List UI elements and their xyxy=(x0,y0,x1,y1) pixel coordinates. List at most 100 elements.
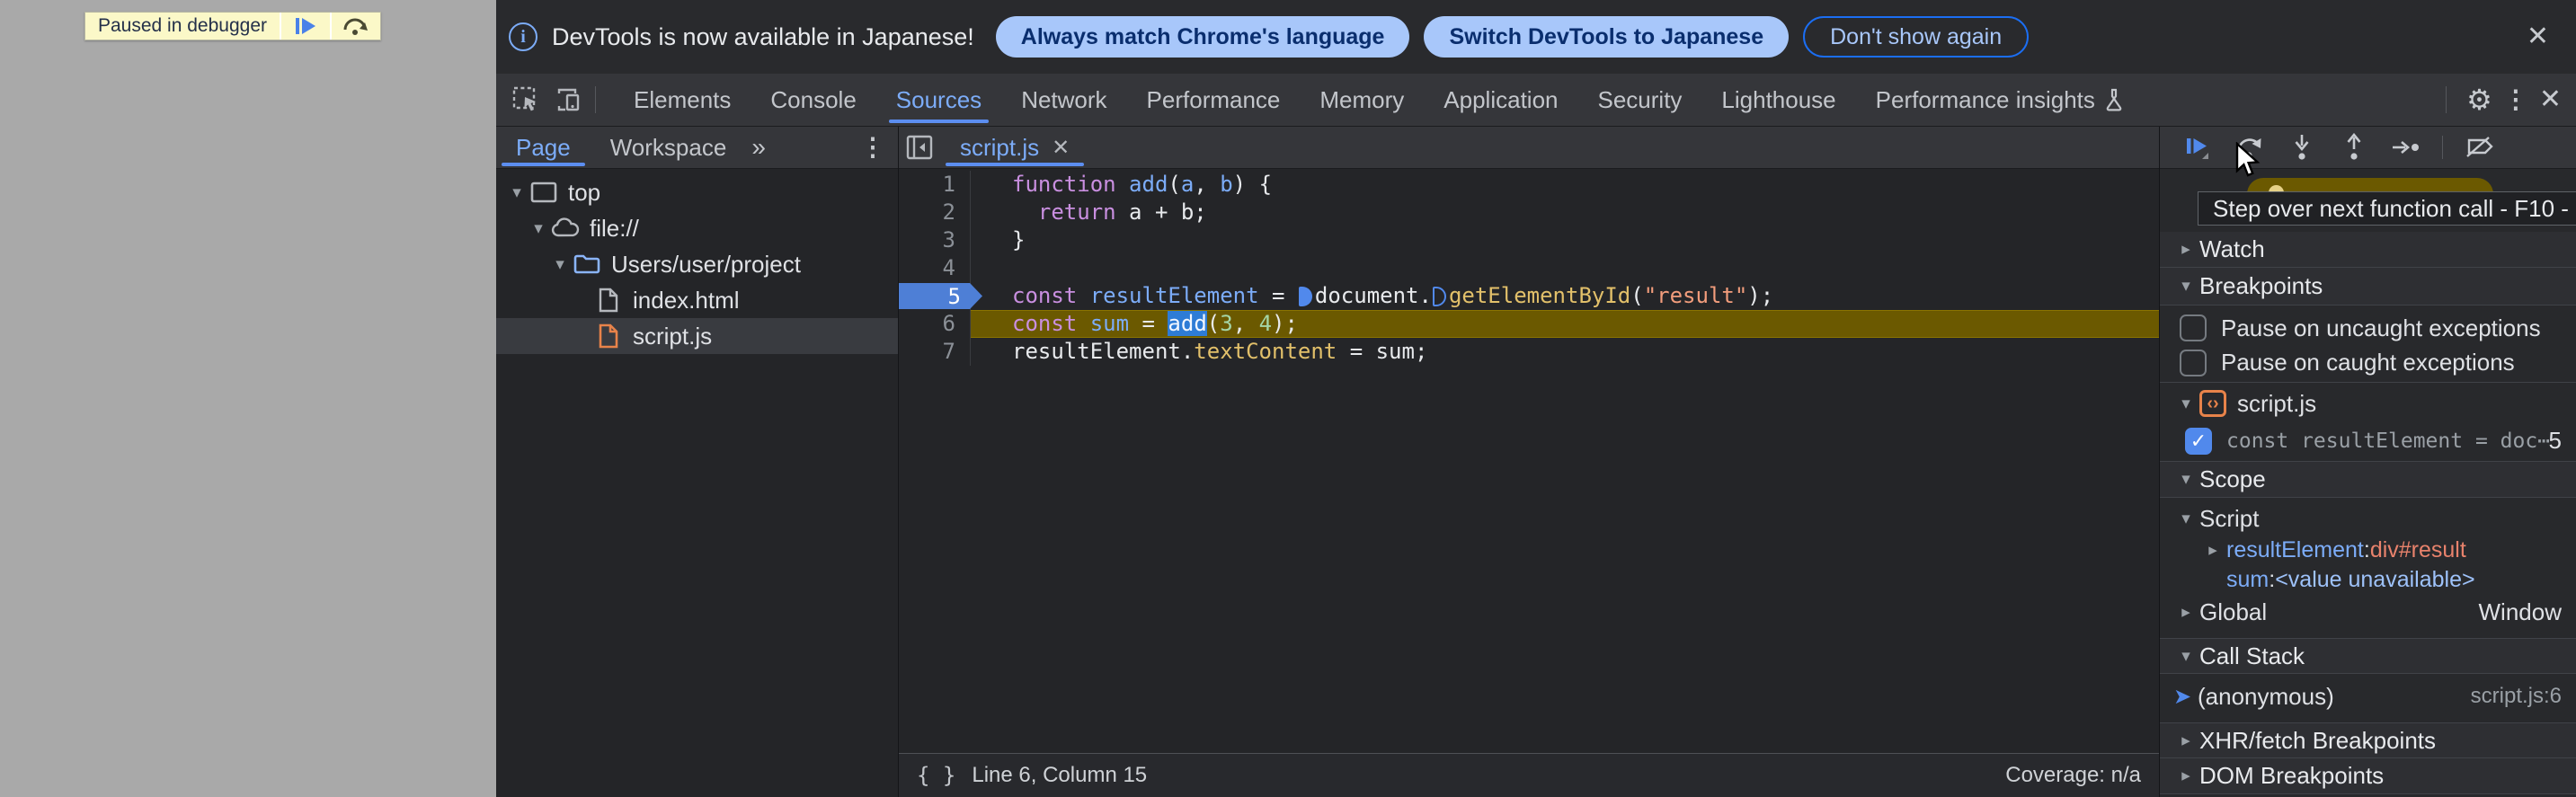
navigator-tab-workspace[interactable]: Workspace xyxy=(591,127,747,168)
tree-item-top[interactable]: ▾ top xyxy=(496,174,898,210)
pause-caught-checkbox[interactable] xyxy=(2180,349,2207,376)
breakpoint-marker[interactable]: 5 xyxy=(899,283,982,309)
devtools-close-icon[interactable]: ✕ xyxy=(2536,83,2565,117)
tab-sources[interactable]: Sources xyxy=(876,74,1001,126)
script-file-badge-icon: ‹› xyxy=(2199,390,2226,417)
deactivate-breakpoints-icon[interactable] xyxy=(2463,131,2495,164)
navigator-pane: Page Workspace » ⋮ ▾ top ▾ file:// ▾ Use… xyxy=(496,127,899,797)
panel-tabs: Elements Console Sources Network Perform… xyxy=(614,74,2144,126)
tab-console[interactable]: Console xyxy=(751,74,875,126)
notification-close-icon[interactable]: ✕ xyxy=(2523,20,2553,54)
active-frame-arrow-icon: ➤ xyxy=(2172,684,2192,709)
editor-file-tab-label: script.js xyxy=(960,133,1040,161)
code-line-5: 5 const resultElement = document. getElem… xyxy=(899,282,2159,310)
line-number[interactable]: 4 xyxy=(899,254,971,282)
js-file-icon xyxy=(593,323,624,349)
folder-icon xyxy=(572,253,602,275)
switch-to-japanese-button[interactable]: Switch DevTools to Japanese xyxy=(1424,16,1790,58)
scope-global-row[interactable]: ▸ Global Window xyxy=(2160,595,2576,629)
code-line-2: 2 return a + b; xyxy=(899,199,2159,226)
inline-hint-icon[interactable] xyxy=(1432,287,1446,306)
collapse-triangle: ▾ xyxy=(2181,277,2190,296)
dom-breakpoints-section-header[interactable]: ▸ DOM Breakpoints xyxy=(2160,758,2576,794)
line-number[interactable]: 2 xyxy=(899,199,971,226)
collapse-triangle: ▾ xyxy=(2181,470,2190,489)
breakpoint-line-number: 5 xyxy=(2548,427,2562,454)
dom-breakpoints-label: DOM Breakpoints xyxy=(2199,762,2385,789)
tree-label: Users/user/project xyxy=(611,250,801,278)
call-stack-section-header[interactable]: ▾ Call Stack xyxy=(2160,638,2576,674)
tab-elements[interactable]: Elements xyxy=(614,74,751,126)
expand-triangle[interactable]: ▾ xyxy=(505,182,529,203)
line-number[interactable]: 6 xyxy=(899,310,971,338)
toolbar-right-controls: ⚙ ⋮ ✕ xyxy=(2433,74,2576,126)
editor-pane: script.js ✕ 1 function add(a, b) { 2 ret… xyxy=(899,127,2160,797)
toggle-navigator-icon[interactable] xyxy=(899,135,940,160)
tab-security[interactable]: Security xyxy=(1578,74,1702,126)
navigator-tab-page[interactable]: Page xyxy=(496,127,591,168)
breakpoint-source-preview: const resultElement = doc⋯ xyxy=(2226,429,2549,453)
pause-uncaught-checkbox[interactable] xyxy=(2180,314,2207,341)
tab-lighthouse[interactable]: Lighthouse xyxy=(1701,74,1855,126)
inline-hint-icon[interactable] xyxy=(1298,287,1312,306)
inspect-element-icon[interactable] xyxy=(505,74,546,126)
close-file-tab-icon[interactable]: ✕ xyxy=(1052,135,1070,161)
breakpoint-file-label: script.js xyxy=(2237,389,2317,417)
tree-item-index-html[interactable]: index.html xyxy=(496,282,898,318)
scope-section-header[interactable]: ▾ Scope xyxy=(2160,462,2576,498)
collapse-triangle: ▾ xyxy=(2181,394,2190,413)
toggle-device-toolbar-icon[interactable] xyxy=(546,74,588,126)
tree-label: top xyxy=(568,178,601,206)
tree-item-file-origin[interactable]: ▾ file:// xyxy=(496,210,898,246)
always-match-language-button[interactable]: Always match Chrome's language xyxy=(995,16,1410,58)
resume-script-banner-button[interactable] xyxy=(280,13,330,40)
breakpoints-section-header[interactable]: ▾ Breakpoints xyxy=(2160,268,2576,306)
watch-section-header[interactable]: ▸ Watch xyxy=(2160,232,2576,268)
code-editor[interactable]: 1 function add(a, b) { 2 return a + b; 3… xyxy=(899,169,2159,753)
breakpoint-file-group[interactable]: ▾ ‹› script.js xyxy=(2160,383,2576,424)
tab-performance-insights[interactable]: Performance insights xyxy=(1856,74,2144,126)
tree-item-script-js[interactable]: script.js xyxy=(496,318,898,354)
line-number[interactable]: 1 xyxy=(899,171,971,199)
paused-in-debugger-banner: Paused in debugger xyxy=(84,12,381,40)
step-over-icon xyxy=(342,15,369,37)
step-into-icon[interactable] xyxy=(2286,131,2318,164)
debugger-toolbar-divider xyxy=(2442,136,2443,159)
breakpoint-entry-row[interactable]: ✓ const resultElement = doc⋯ 5 xyxy=(2160,424,2576,462)
scope-script-row[interactable]: ▾ Script xyxy=(2160,501,2576,536)
dont-show-again-button[interactable]: Don't show again xyxy=(1803,16,2030,58)
line-number[interactable]: 7 xyxy=(899,338,971,366)
step-over-banner-button[interactable] xyxy=(330,13,380,40)
step-icon[interactable] xyxy=(2390,131,2422,164)
tab-memory[interactable]: Memory xyxy=(1300,74,1424,126)
more-options-kebab-icon[interactable]: ⋮ xyxy=(2500,84,2532,116)
navigator-kebab-icon[interactable]: ⋮ xyxy=(857,131,889,164)
line-number[interactable]: 3 xyxy=(899,226,971,254)
tab-network[interactable]: Network xyxy=(1001,74,1126,126)
frame-location[interactable]: script.js:6 xyxy=(2471,684,2576,709)
editor-file-tab[interactable]: script.js ✕ xyxy=(944,127,1086,168)
resume-script-icon[interactable] xyxy=(2181,131,2214,164)
step-out-icon[interactable] xyxy=(2338,131,2370,164)
tab-performance[interactable]: Performance xyxy=(1127,74,1301,126)
scope-label: Scope xyxy=(2199,465,2266,492)
scope-script-label: Script xyxy=(2199,504,2260,532)
tab-application[interactable]: Application xyxy=(1424,74,1577,126)
pretty-print-icon[interactable]: { } xyxy=(917,763,955,788)
xhr-breakpoints-section-header[interactable]: ▸ XHR/fetch Breakpoints xyxy=(2160,722,2576,758)
settings-gear-icon[interactable]: ⚙ xyxy=(2463,82,2496,118)
toolbar-right-divider xyxy=(2446,86,2447,113)
call-stack-frame[interactable]: ➤ (anonymous) script.js:6 xyxy=(2160,677,2576,715)
navigator-overflow-chevron[interactable]: » xyxy=(746,133,771,162)
cursor-position: Line 6, Column 15 xyxy=(972,763,1148,787)
tree-item-project-folder[interactable]: ▾ Users/user/project xyxy=(496,246,898,282)
expand-triangle[interactable]: ▾ xyxy=(548,254,572,275)
line-number[interactable]: 5 xyxy=(899,282,982,310)
paused-call-token[interactable]: add xyxy=(1168,311,1207,336)
collapse-triangle: ▸ xyxy=(2181,240,2190,259)
scope-var-sum[interactable]: sum: <value unavailable> xyxy=(2160,565,2576,595)
scope-var-resultelement[interactable]: ▸ resultElement: div#result xyxy=(2160,536,2576,565)
breakpoint-checkbox[interactable]: ✓ xyxy=(2185,427,2212,455)
expand-triangle[interactable]: ▾ xyxy=(527,218,550,239)
mouse-cursor xyxy=(2235,142,2266,178)
